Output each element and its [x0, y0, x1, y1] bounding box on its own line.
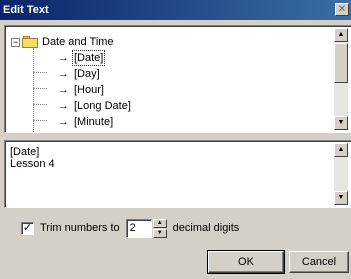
tree-branch — [33, 104, 47, 105]
field-tree[interactable]: − Date and Time → [Date] → [Day] → [Hour… — [4, 25, 351, 133]
tree-scrollbar[interactable]: ▲ ▼ — [334, 28, 348, 130]
tree-item-hour[interactable]: → [Hour] — [58, 82, 106, 98]
arrow-right-icon: → — [58, 84, 69, 96]
tree-item-label: [Date] — [72, 50, 106, 66]
text-line: Lesson 4 — [10, 158, 55, 170]
tree-branch — [33, 120, 47, 121]
trim-numbers-row: ✓ Trim numbers to 2 ▲ ▼ decimal digits — [21, 218, 239, 238]
spin-up-icon[interactable]: ▲ — [152, 218, 167, 228]
trim-numbers-label: Trim numbers to — [40, 222, 120, 234]
tree-item-label: [Hour] — [74, 84, 104, 96]
scroll-down-icon[interactable]: ▼ — [334, 191, 348, 205]
cancel-button[interactable]: Cancel — [289, 251, 349, 273]
scroll-up-icon[interactable]: ▲ — [334, 28, 348, 42]
scroll-thumb[interactable] — [334, 43, 348, 83]
tree-item-day[interactable]: → [Day] — [58, 66, 102, 82]
window-title: Edit Text — [3, 4, 49, 16]
spin-down-icon[interactable]: ▼ — [152, 228, 167, 238]
title-bar: Edit Text ✕ — [0, 0, 351, 20]
text-scrollbar[interactable]: ▲ ▼ — [334, 143, 348, 205]
arrow-right-icon: → — [58, 116, 69, 128]
arrow-right-icon: → — [58, 68, 69, 80]
arrow-right-icon: → — [58, 52, 69, 64]
text-editor[interactable]: [Date] Lesson 4 ▲ ▼ — [4, 140, 351, 208]
tree-item-label: [Long Date] — [74, 100, 131, 112]
tree-item-date[interactable]: → [Date] — [58, 50, 106, 66]
text-line: [Date] — [10, 146, 40, 158]
decimal-digits-input[interactable]: 2 — [125, 218, 152, 238]
scroll-up-icon[interactable]: ▲ — [334, 143, 348, 157]
collapse-icon[interactable]: − — [11, 37, 20, 47]
tree-node-date-and-time[interactable]: − Date and Time — [11, 35, 114, 49]
tree-branch — [33, 88, 47, 89]
folder-open-icon — [22, 36, 38, 48]
tree-item-label: [Day] — [74, 68, 100, 80]
tree-item-label: [Minute] — [74, 116, 114, 128]
tree-item-long-date[interactable]: → [Long Date] — [58, 98, 133, 114]
ok-button[interactable]: OK — [207, 250, 285, 274]
decimal-digits-spinner[interactable]: ▲ ▼ — [152, 218, 167, 238]
scroll-down-icon[interactable]: ▼ — [334, 116, 348, 130]
trim-numbers-checkbox[interactable]: ✓ — [21, 221, 34, 235]
tree-node-label: Date and Time — [42, 36, 114, 48]
tree-branch — [33, 72, 47, 73]
decimal-digits-label: decimal digits — [172, 222, 240, 234]
close-icon[interactable]: ✕ — [335, 3, 349, 16]
arrow-right-icon: → — [58, 100, 69, 112]
tree-item-minute[interactable]: → [Minute] — [58, 114, 115, 130]
